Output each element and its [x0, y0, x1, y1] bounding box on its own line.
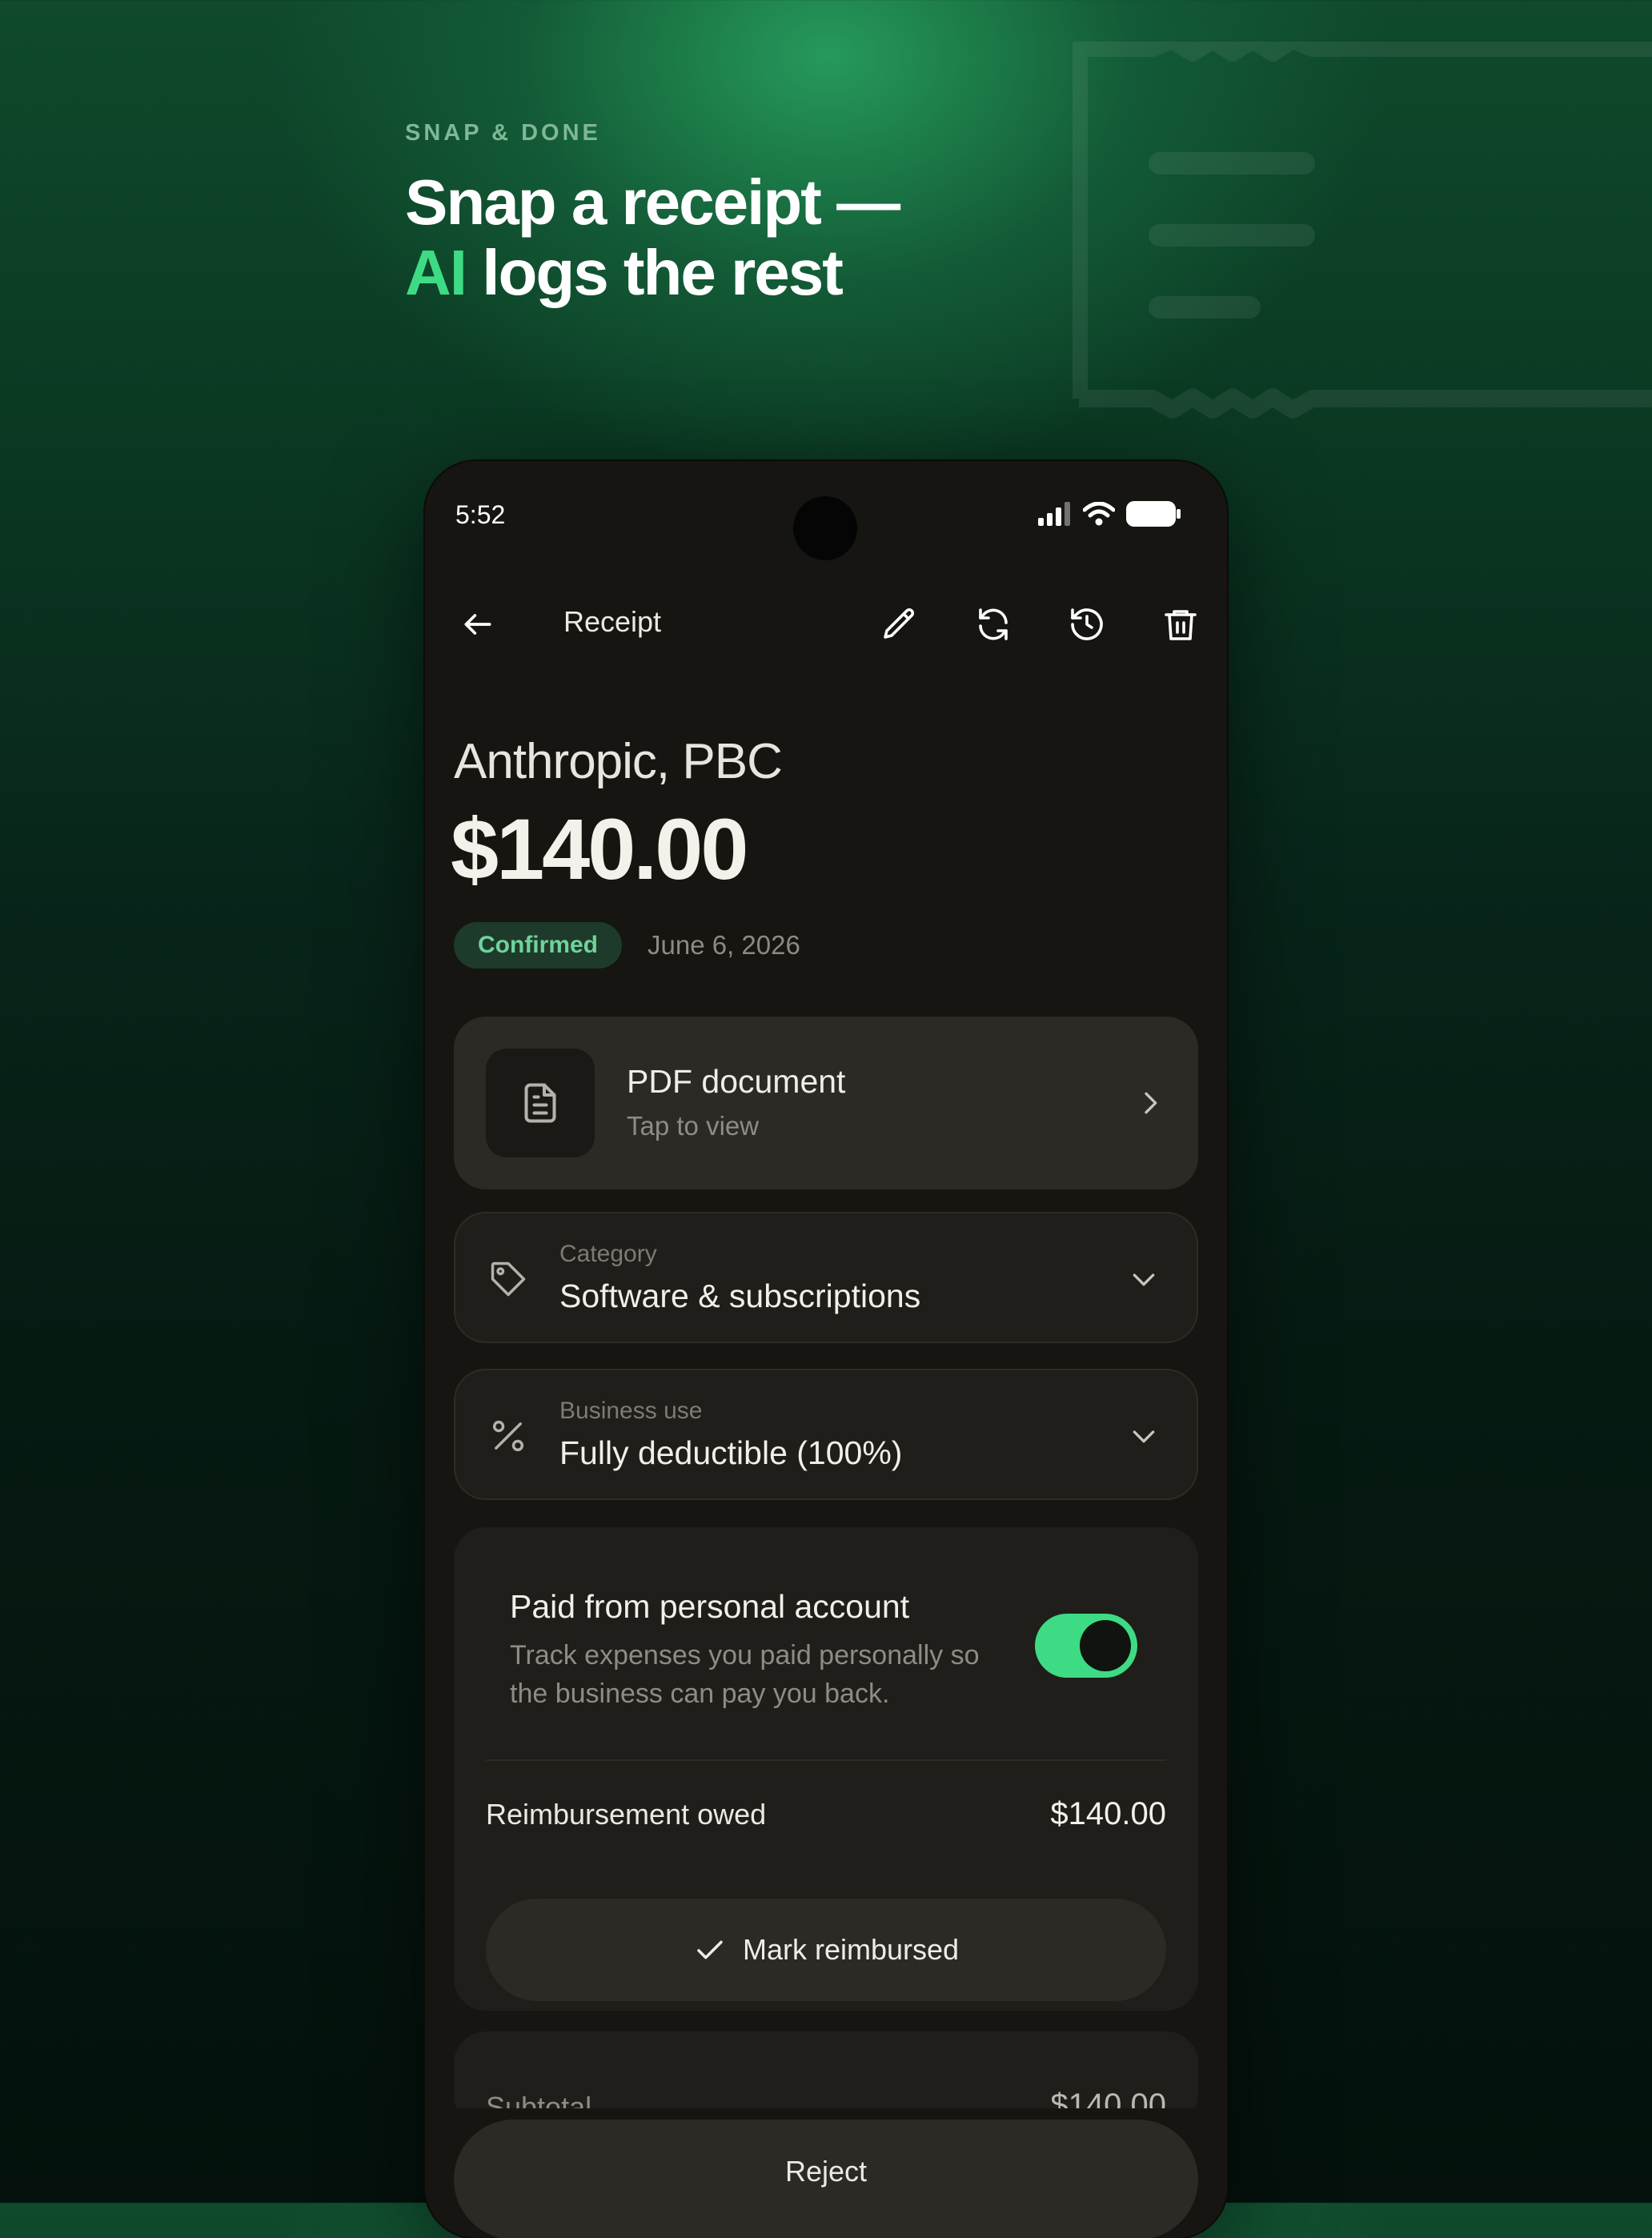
- document-icon: [524, 1083, 556, 1123]
- document-title: PDF document: [627, 1063, 846, 1100]
- receipt-illustration: [1073, 42, 1652, 419]
- camera-cutout: [793, 496, 857, 560]
- toggle-knob: [1080, 1620, 1131, 1671]
- wifi-icon: [1083, 502, 1115, 526]
- chevron-down-icon: [1133, 1273, 1155, 1286]
- receipt-date: June 6, 2026: [648, 930, 800, 960]
- hero-title-accent: AI: [405, 237, 467, 308]
- hero-title-line2: logs the rest: [466, 237, 844, 308]
- battery-icon: [1126, 501, 1181, 527]
- business-use-value: Fully deductible (100%): [559, 1434, 903, 1471]
- refresh-button[interactable]: [961, 592, 1025, 656]
- check-icon: [697, 1940, 723, 1959]
- document-thumbnail: [486, 1049, 595, 1157]
- business-use-select[interactable]: Business use Fully deductible (100%): [454, 1369, 1198, 1500]
- status-badge: Confirmed: [454, 922, 622, 969]
- chevron-right-icon: [1145, 1092, 1157, 1114]
- trash-icon: [1165, 610, 1197, 640]
- divider: [486, 1759, 1166, 1761]
- edit-button[interactable]: [868, 592, 932, 656]
- refresh-icon: [979, 608, 1008, 640]
- personal-account-toggle[interactable]: [1035, 1614, 1137, 1678]
- status-time: 5:52: [455, 500, 506, 529]
- reimbursement-owed-value: $140.00: [1050, 1796, 1166, 1831]
- reimbursement-owed-label: Reimbursement owed: [486, 1798, 767, 1831]
- chevron-down-icon: [1133, 1430, 1155, 1443]
- history-button[interactable]: [1055, 592, 1119, 656]
- reject-button[interactable]: Reject: [454, 2120, 1198, 2238]
- mark-reimbursed-label: Mark reimbursed: [742, 1933, 960, 1966]
- document-card[interactable]: PDF document Tap to view: [454, 1017, 1198, 1189]
- reimbursement-description: Track expenses you paid personally so th…: [510, 1640, 980, 1709]
- app-bar-title: Receipt: [563, 605, 662, 638]
- hero-title-line1: Snap a receipt —: [405, 166, 900, 238]
- merchant-name: Anthropic, PBC: [454, 734, 783, 789]
- category-label: Category: [559, 1241, 657, 1267]
- eyebrow: SNAP & DONE: [405, 120, 601, 146]
- reimbursement-card: Paid from personal account Track expense…: [454, 1527, 1198, 2011]
- percent-icon: [492, 1420, 524, 1452]
- receipt-amount: $140.00: [451, 800, 748, 897]
- mark-reimbursed-button[interactable]: Mark reimbursed: [486, 1899, 1166, 2001]
- history-icon: [1071, 608, 1103, 640]
- hero-title: Snap a receipt — AI logs the rest: [405, 166, 900, 308]
- status-bar: 5:52: [425, 461, 1227, 573]
- status-icons: [1038, 501, 1181, 527]
- reimbursement-title: Paid from personal account: [510, 1588, 910, 1625]
- business-use-label: Business use: [559, 1398, 703, 1424]
- pencil-icon: [884, 608, 915, 639]
- reject-label: Reject: [784, 2155, 868, 2188]
- bottom-action-bar: Reject: [425, 2108, 1227, 2238]
- category-select[interactable]: Category Software & subscriptions: [454, 1212, 1198, 1343]
- tag-icon: [491, 1261, 526, 1297]
- hero: SNAP & DONE Snap a receipt — AI logs the…: [405, 120, 900, 308]
- document-subtitle: Tap to view: [627, 1111, 760, 1141]
- back-button[interactable]: [446, 592, 510, 656]
- delete-button[interactable]: [1149, 592, 1213, 656]
- back-arrow-icon: [464, 614, 491, 635]
- signal-icon: [1038, 502, 1070, 526]
- category-value: Software & subscriptions: [559, 1277, 921, 1314]
- phone-screen: 5:52 Receipt Anthropic, PBC $140.00 Conf…: [425, 461, 1227, 2238]
